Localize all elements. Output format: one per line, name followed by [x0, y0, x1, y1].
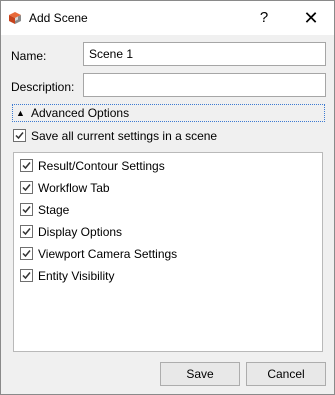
advanced-options-expander[interactable]: ▲ Advanced Options: [12, 104, 325, 122]
name-label: Name:: [11, 49, 47, 63]
save-button[interactable]: Save: [160, 362, 240, 386]
collapse-arrow-icon: ▲: [16, 108, 25, 118]
settings-list-item-label: Display Options: [38, 225, 123, 239]
settings-list-item-label: Workflow Tab: [38, 181, 110, 195]
description-label: Description:: [11, 80, 75, 94]
checkbox-box: [20, 225, 33, 238]
settings-list-item-label: Result/Contour Settings: [38, 159, 165, 173]
description-field[interactable]: [83, 73, 326, 97]
checkmark-icon: [22, 228, 31, 236]
settings-list-item-label: Stage: [38, 203, 70, 217]
title-bar[interactable]: Add Scene ? ✕: [1, 1, 334, 35]
cancel-button[interactable]: Cancel: [246, 362, 326, 386]
checkmark-icon: [15, 132, 24, 140]
advanced-options-label: Advanced Options: [31, 106, 130, 120]
checkbox-box: [20, 269, 33, 282]
help-button[interactable]: ?: [247, 6, 281, 30]
checkmark-icon: [22, 162, 31, 170]
window-title: Add Scene: [29, 11, 88, 25]
checkmark-icon: [22, 184, 31, 192]
app-icon: [8, 11, 22, 25]
checkbox-box: [20, 181, 33, 194]
checkmark-icon: [22, 206, 31, 214]
checkmark-icon: [22, 250, 31, 258]
settings-list-item-label: Viewport Camera Settings: [38, 247, 178, 261]
checkbox-box: [20, 247, 33, 260]
checkbox-box: [20, 159, 33, 172]
settings-list[interactable]: Result/Contour Settings Workflow Tab Stage…: [13, 152, 323, 352]
name-field[interactable]: [83, 42, 326, 66]
settings-list-item-label: Entity Visibility: [38, 269, 115, 283]
close-button[interactable]: ✕: [293, 6, 329, 30]
checkmark-icon: [22, 272, 31, 280]
save-all-settings-checkbox[interactable]: Save all current settings in a scene: [13, 128, 233, 144]
checkbox-box: [20, 203, 33, 216]
save-all-settings-label: Save all current settings in a scene: [31, 129, 218, 143]
checkbox-box: [13, 129, 26, 142]
add-scene-dialog: Add Scene ? ✕ Name: Description: ▲ Advan…: [0, 0, 335, 395]
